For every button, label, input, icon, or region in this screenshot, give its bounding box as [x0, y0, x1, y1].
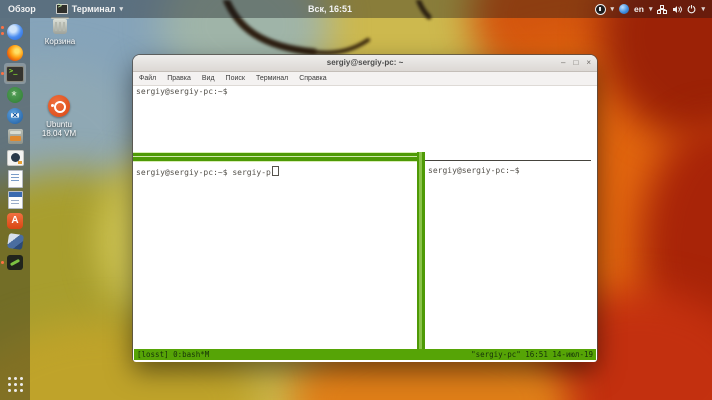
- running-indicator: [1, 32, 4, 35]
- dock-item-image-viewer[interactable]: [4, 147, 26, 168]
- window-titlebar[interactable]: sergiy@sergiy-pc: ~ – □ ×: [133, 55, 597, 72]
- desktop-icon-ubuntu-vm[interactable]: Ubuntu 18.04 VM: [34, 95, 84, 138]
- dock-item-terminal[interactable]: [1, 63, 26, 84]
- green-utility-icon: [7, 86, 23, 103]
- running-indicator: [1, 26, 4, 29]
- tmux-horizontal-pane-border[interactable]: [133, 152, 424, 162]
- camera-lens-icon: [6, 149, 24, 166]
- running-indicator: [1, 261, 4, 264]
- dock-item-libreoffice[interactable]: [4, 168, 26, 189]
- clock[interactable]: Вск, 16:51: [308, 0, 352, 18]
- chevron-down-icon: ▾: [648, 6, 653, 13]
- menu-edit[interactable]: Правка: [167, 75, 191, 82]
- trash-label: Корзина: [44, 37, 76, 46]
- terminal-icon: [6, 65, 24, 82]
- menu-view[interactable]: Вид: [202, 75, 215, 82]
- desktop-icon-trash[interactable]: Корзина: [36, 17, 84, 46]
- right-pane-prompt: sergiy@sergiy-pc:~$: [428, 166, 520, 175]
- dock: A: [0, 18, 30, 400]
- keyboard-layout[interactable]: en: [634, 4, 644, 14]
- right-pane-top-border: [425, 160, 591, 161]
- terminal-app-icon: [55, 3, 68, 14]
- chevron-down-icon: ▾: [119, 6, 123, 13]
- power-icon[interactable]: [687, 4, 696, 14]
- dock-item-green-utility[interactable]: [4, 84, 26, 105]
- ubuntu-logo-icon: [48, 95, 70, 117]
- dock-item-virtualbox[interactable]: [4, 231, 26, 252]
- top-pane-prompt: sergiy@sergiy-pc:~$: [136, 87, 228, 96]
- menu-bar: Файл Правка Вид Поиск Терминал Справка: [133, 72, 597, 86]
- volume-icon[interactable]: [672, 5, 683, 14]
- virtualbox-cube-icon: [6, 233, 24, 250]
- desktop: Обзор Терминал ▾ Вск, 16:51 ▾ en ▾: [0, 0, 712, 400]
- terminal-window: sergiy@sergiy-pc: ~ – □ × Файл Правка Ви…: [133, 55, 597, 362]
- firefox-icon: [7, 44, 23, 61]
- top-bar: Обзор Терминал ▾ Вск, 16:51 ▾ en ▾: [0, 0, 712, 18]
- apps-grid-icon: [7, 377, 23, 392]
- menu-help[interactable]: Справка: [299, 75, 326, 82]
- window-controls: – □ ×: [561, 55, 591, 71]
- tmux-vertical-pane-border[interactable]: [417, 152, 425, 351]
- tmux-status-right: "sergiy-pc" 16:51 14-июл-19: [471, 350, 593, 359]
- menu-search[interactable]: Поиск: [226, 75, 245, 82]
- file-cabinet-icon: [7, 129, 23, 144]
- terminal-content[interactable]: sergiy@sergiy-pc:~$ sergiy@sergiy-pc:~$ …: [133, 86, 597, 362]
- window-title: sergiy@sergiy-pc: ~: [326, 58, 404, 67]
- tmux-status-left: [losst] 0:bash*M: [137, 350, 210, 359]
- left-pane-prompt: sergiy@sergiy-pc:~$ sergiy-p: [136, 166, 279, 177]
- app-indicator-icon[interactable]: [619, 4, 630, 14]
- app-menu-label: Терминал: [71, 4, 116, 14]
- vm-label-line1: Ubuntu: [46, 120, 72, 129]
- thunderbird-icon: [7, 107, 23, 124]
- dark-media-app-icon: [7, 255, 23, 270]
- app-menu[interactable]: Терминал ▾: [55, 3, 123, 14]
- menu-terminal[interactable]: Терминал: [256, 75, 288, 82]
- activities-button[interactable]: Обзор: [8, 4, 36, 14]
- writer-document-icon: [7, 190, 23, 209]
- dock-item-chromium[interactable]: [1, 21, 26, 42]
- dock-item-thunderbird[interactable]: [4, 105, 26, 126]
- chevron-down-icon: ▾: [610, 6, 615, 13]
- recorder-indicator-icon[interactable]: [594, 3, 606, 15]
- dock-item-libreoffice-writer[interactable]: [4, 189, 26, 210]
- dock-item-software-store[interactable]: A: [4, 210, 26, 231]
- maximize-button[interactable]: □: [573, 59, 578, 67]
- minimize-button[interactable]: –: [561, 59, 565, 67]
- chromium-icon: [7, 23, 23, 40]
- chevron-down-icon: ▾: [701, 6, 705, 13]
- terminal-cursor: [271, 166, 279, 176]
- network-icon[interactable]: [657, 4, 668, 14]
- running-indicator: [1, 72, 4, 75]
- dock-item-dark-media-app[interactable]: [1, 252, 26, 273]
- dock-item-firefox[interactable]: [4, 42, 26, 63]
- close-button[interactable]: ×: [586, 59, 591, 67]
- document-icon: [7, 169, 23, 188]
- show-applications-button[interactable]: [0, 377, 30, 392]
- status-area: ▾ en ▾ ▾: [594, 0, 705, 18]
- dock-item-files[interactable]: [4, 126, 26, 147]
- vm-label-line2: 18.04 VM: [41, 129, 77, 138]
- software-store-icon: A: [7, 212, 23, 229]
- tmux-status-bar: [losst] 0:bash*M "sergiy-pc" 16:51 14-ию…: [134, 349, 596, 360]
- menu-file[interactable]: Файл: [139, 75, 156, 82]
- trash-icon: [51, 17, 69, 34]
